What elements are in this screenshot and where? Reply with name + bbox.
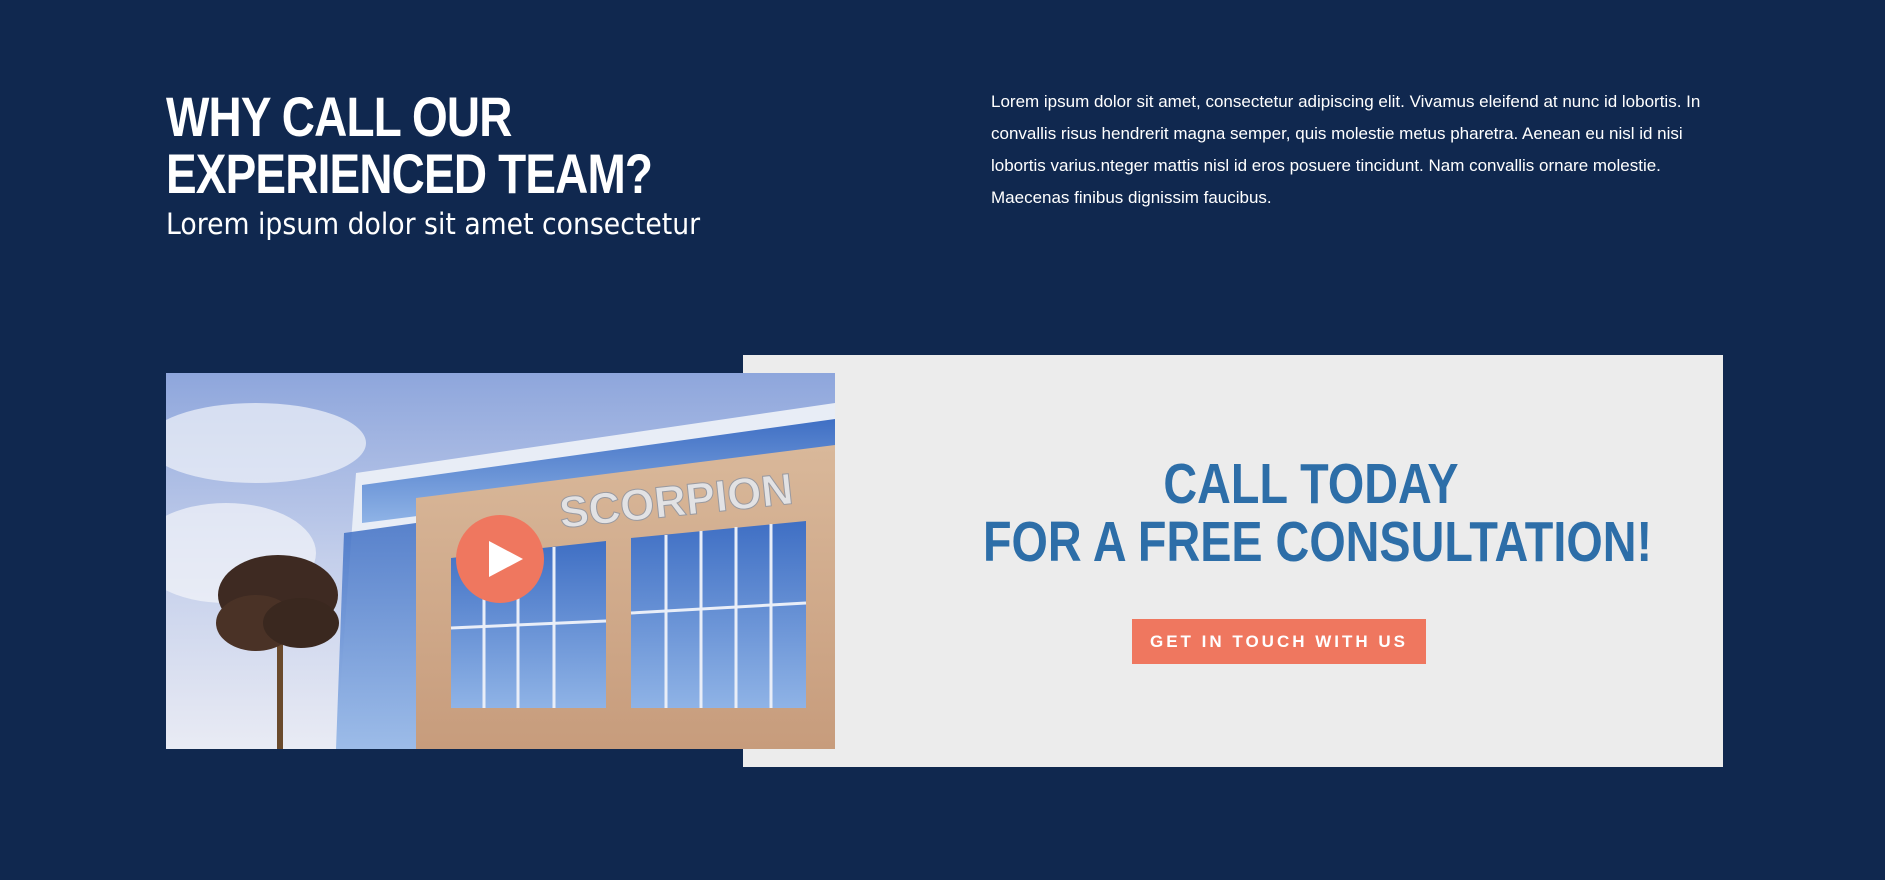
heading-line-2: EXPERIENCED TEAM? xyxy=(166,142,653,205)
intro-paragraph: Lorem ipsum dolor sit amet, consectetur … xyxy=(991,92,1701,207)
cta-panel: CALL TODAY FOR A FREE CONSULTATION! GET … xyxy=(743,355,1723,767)
cta-heading: CALL TODAY FOR A FREE CONSULTATION! xyxy=(983,452,1653,574)
section-heading: WHY CALL OUR EXPERIENCED TEAM? xyxy=(166,88,740,202)
video-thumbnail[interactable]: SCORPION xyxy=(166,373,835,749)
play-button[interactable] xyxy=(456,515,544,603)
heading-line-1: WHY CALL OUR xyxy=(166,85,512,148)
cta-heading-line-2: FOR A FREE CONSULTATION! xyxy=(983,510,1653,574)
section-subheading: Lorem ipsum dolor sit amet consectetur xyxy=(166,207,701,241)
cta-heading-line-1: CALL TODAY xyxy=(1163,452,1459,516)
get-in-touch-button[interactable]: GET IN TOUCH WITH US xyxy=(1132,619,1426,664)
